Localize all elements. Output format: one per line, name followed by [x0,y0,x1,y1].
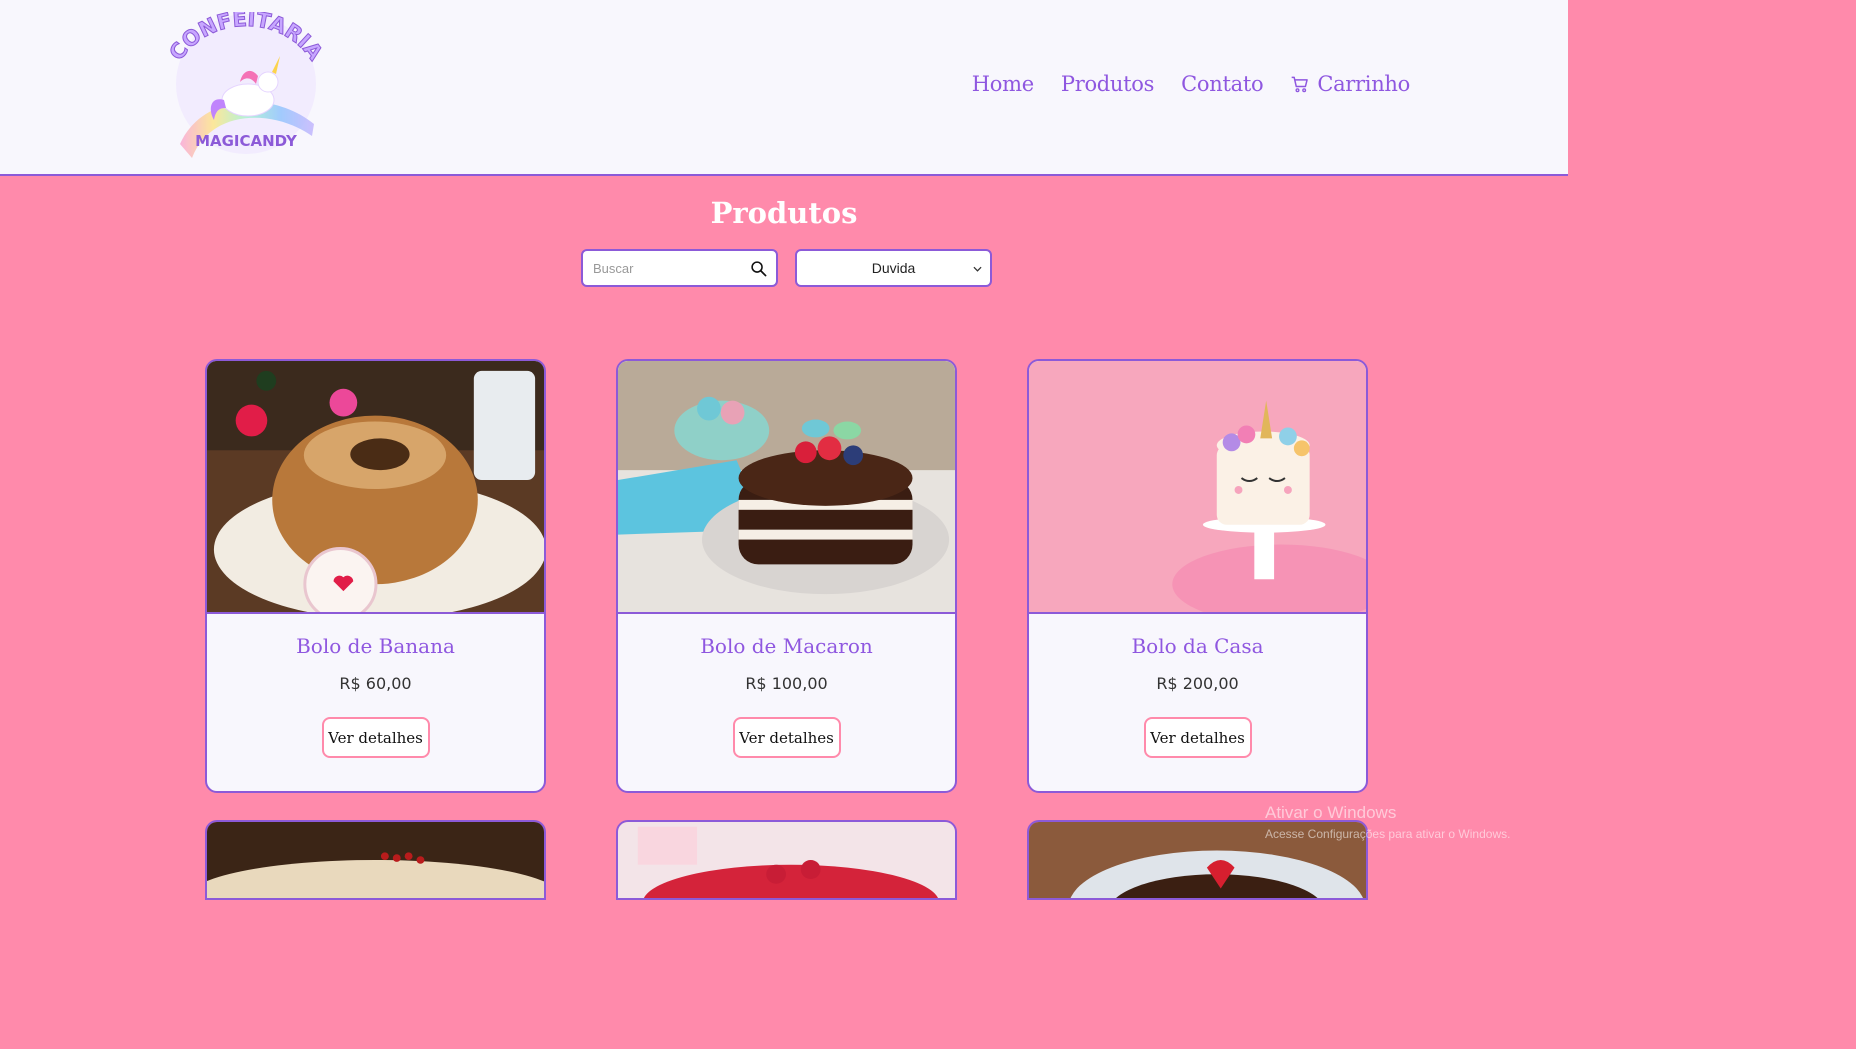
nav-home-label: Home [971,72,1034,96]
nav-carrinho-label: Carrinho [1317,72,1410,96]
svg-text:MAGICANDY: MAGICANDY [195,132,298,150]
nav-contato-link[interactable]: Contato [1181,72,1263,96]
banana-cake-photo [207,361,544,612]
product-image-macaron-cake[interactable] [618,361,955,614]
navbar: CONFEITARIA MAGICANDY Home Produtos Cont… [0,0,1568,176]
product-price: R$ 100,00 [745,674,828,693]
watermark-subtitle: Acesse Configurações para ativar o Windo… [1265,827,1511,841]
product-image-partial [207,822,544,898]
product-price: R$ 60,00 [339,674,412,693]
product-name: Bolo de Banana [296,634,455,658]
view-details-button[interactable]: Ver detalhes [732,717,841,758]
page-title: Produtos [710,196,858,230]
unicorn-cake-photo [1029,361,1366,612]
product-image-house-cake[interactable] [1029,361,1366,614]
product-card: Bolo da Casa R$ 200,00 Ver detalhes [1027,359,1368,793]
unicorn-logo-icon: CONFEITARIA MAGICANDY [164,6,328,158]
category-select-value: Duvida [871,260,916,276]
macaron-cake-photo [618,361,955,612]
product-card-partial[interactable] [616,820,957,900]
view-details-button[interactable]: Ver detalhes [321,717,430,758]
nav-produtos-label: Produtos [1060,72,1155,96]
os-activation-watermark: Ativar o Windows Acesse Configurações pa… [1265,803,1510,841]
product-image-partial [618,822,955,898]
product-card-partial[interactable] [205,820,546,900]
search-input[interactable] [583,251,743,285]
product-name: Bolo da Casa [1131,634,1264,658]
search-box [581,249,778,287]
watermark-title: Ativar o Windows [1265,803,1397,822]
nav-produtos-link[interactable]: Produtos [1060,72,1155,96]
product-card: Bolo de Banana R$ 60,00 Ver detalhes [205,359,546,793]
nav-contato-label: Contato [1181,72,1264,96]
product-price: R$ 200,00 [1156,674,1239,693]
category-select[interactable]: Duvida [795,249,992,287]
brand-logo[interactable]: CONFEITARIA MAGICANDY [162,6,330,162]
product-image-banana-cake[interactable] [207,361,544,614]
main-nav: Home Produtos Contato Carrinho [972,72,1411,96]
nav-home-link[interactable]: Home [972,72,1034,96]
cart-icon [1291,76,1309,93]
nav-carrinho-link[interactable]: Carrinho [1290,72,1410,96]
product-card: Bolo de Macaron R$ 100,00 Ver detalhes [616,359,957,793]
product-name: Bolo de Macaron [700,634,873,658]
view-details-button[interactable]: Ver detalhes [1143,717,1252,758]
search-icon[interactable] [750,260,767,277]
chevron-down-icon [973,266,982,272]
